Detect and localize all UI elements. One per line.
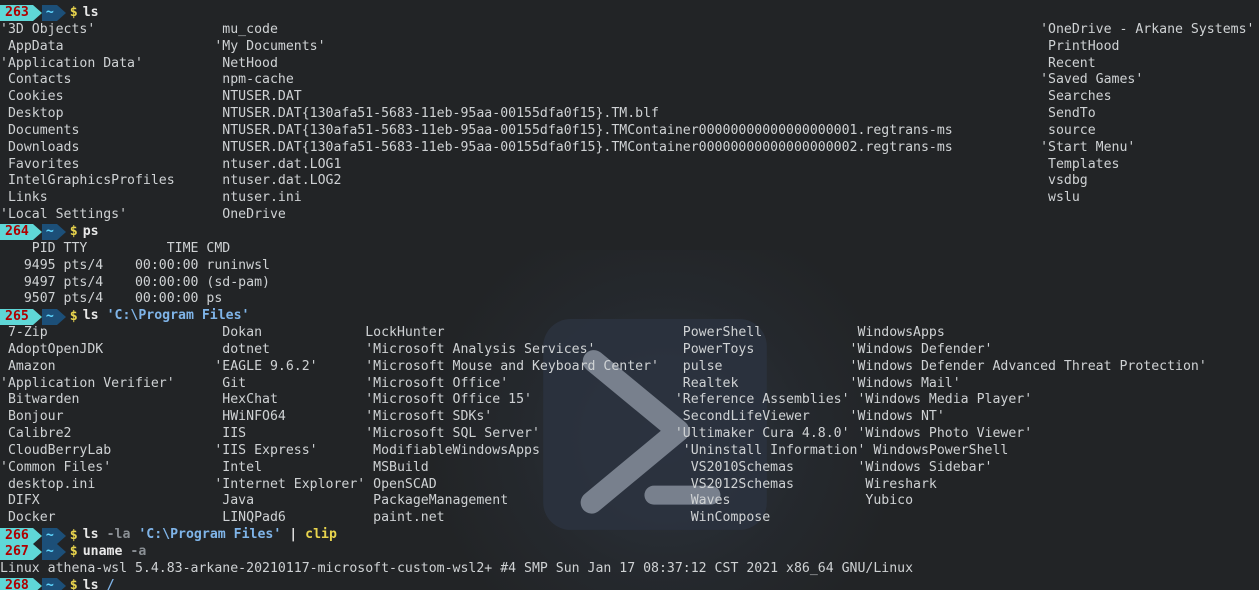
prompt-line-267: 267 ~ $ uname -a bbox=[0, 544, 1259, 561]
pipe-operator-266: | bbox=[289, 527, 298, 543]
prompt-path: ~ bbox=[41, 224, 57, 241]
prompt-arrow-1-icon bbox=[32, 308, 42, 325]
home-listing-line: Favorites ntuser.dat.LOG1 Templates bbox=[0, 156, 1120, 172]
command-text-263[interactable]: ls bbox=[78, 5, 99, 22]
prompt-dollar-sign: $ bbox=[69, 308, 78, 324]
prompt-dollar-sign: $ bbox=[69, 544, 78, 560]
terminal-screen: 263 ~ $ ls '3D Objects' mu_code 'OneDriv… bbox=[0, 0, 1259, 590]
home-listing-line: Cookies NTUSER.DAT Searches bbox=[0, 89, 1112, 105]
prompt-arrow-2-icon bbox=[56, 5, 66, 22]
prompt-dollar-sign: $ bbox=[69, 527, 78, 543]
programfiles-listing-line: DIFX Java PackageManagement Waves Yubico bbox=[0, 493, 914, 509]
ps-header-row: PID TTY TIME CMD bbox=[0, 240, 231, 256]
prompt-history-number: 264 bbox=[0, 224, 33, 241]
powerline-prompt: 268 ~ $ bbox=[0, 578, 78, 590]
ps-process-row: 9495 pts/4 00:00:00 runinwsl bbox=[0, 257, 270, 273]
programfiles-listing-line: Bonjour HWiNFO64 'Microsoft SDKs' Second… bbox=[0, 409, 945, 425]
home-listing-line: 'Application Data' NetHood Recent bbox=[0, 55, 1096, 71]
home-listing-line: 'Local Settings' OneDrive bbox=[0, 207, 286, 223]
prompt-arrow-1-icon bbox=[32, 578, 42, 590]
prompt-line-263: 263 ~ $ ls bbox=[0, 5, 1259, 22]
home-listing-line: Contacts npm-cache 'Saved Games' bbox=[0, 72, 1144, 88]
prompt-arrow-1-icon bbox=[32, 224, 42, 241]
prompt-arrow-1-icon bbox=[32, 5, 42, 22]
command-flag-267[interactable]: -a bbox=[130, 544, 146, 559]
prompt-line-268: 268 ~ $ ls / bbox=[0, 578, 1259, 590]
piped-command-266[interactable]: clip bbox=[305, 527, 337, 542]
ps-process-row: 9507 pts/4 00:00:00 ps bbox=[0, 291, 223, 307]
programfiles-listing-line: AdoptOpenJDK dotnet 'Microsoft Analysis … bbox=[0, 341, 993, 357]
home-listing-line: Downloads NTUSER.DAT{130afa51-5683-11eb-… bbox=[0, 139, 1136, 155]
programfiles-listing-line: Docker LINQPad6 paint.net WinCompose bbox=[0, 510, 771, 526]
command-name-267[interactable]: uname bbox=[83, 544, 123, 559]
prompt-history-number: 265 bbox=[0, 308, 33, 325]
prompt-arrow-2-icon bbox=[56, 224, 66, 241]
command-flag-266[interactable]: -la bbox=[107, 527, 131, 542]
programfiles-listing-line: Calibre2 IIS 'Microsoft SQL Server' 'Ult… bbox=[0, 426, 1033, 442]
uname-output-line: Linux athena-wsl 5.4.83-arkane-20210117-… bbox=[0, 560, 914, 576]
prompt-arrow-2-icon bbox=[56, 544, 66, 561]
prompt-arrow-2-icon bbox=[56, 527, 66, 544]
prompt-history-number: 267 bbox=[0, 544, 33, 561]
powerline-prompt: 267 ~ $ bbox=[0, 544, 78, 561]
programfiles-listing-line: 7-Zip Dokan LockHunter PowerShell Window… bbox=[0, 325, 945, 341]
command-text-264[interactable]: ps bbox=[78, 224, 99, 241]
home-listing-line: AppData 'My Documents' PrintHood bbox=[0, 38, 1120, 54]
prompt-line-266: 266 ~ $ ls -la 'C:\Program Files' | clip bbox=[0, 527, 1259, 544]
prompt-path: ~ bbox=[41, 308, 57, 325]
programfiles-listing-line: Amazon 'EAGLE 9.6.2' 'Microsoft Mouse an… bbox=[0, 358, 1207, 374]
prompt-arrow-1-icon bbox=[32, 544, 42, 561]
prompt-history-number: 268 bbox=[0, 578, 33, 590]
prompt-path: ~ bbox=[41, 5, 57, 22]
home-listing-line: IntelGraphicsProfiles ntuser.dat.LOG2 vs… bbox=[0, 173, 1088, 189]
prompt-line-265: 265 ~ $ ls 'C:\Program Files' bbox=[0, 308, 1259, 325]
prompt-dollar-sign: $ bbox=[69, 5, 78, 21]
ps-process-row: 9497 pts/4 00:00:00 (sd-pam) bbox=[0, 274, 270, 290]
command-arg-265[interactable]: 'C:\Program Files' bbox=[107, 308, 250, 323]
prompt-path: ~ bbox=[41, 527, 57, 544]
programfiles-listing-line: desktop.ini 'Internet Explorer' OpenSCAD… bbox=[0, 476, 937, 492]
prompt-dollar-sign: $ bbox=[69, 578, 78, 590]
programfiles-listing-line: 'Common Files' Intel MSBuild VS2010Schem… bbox=[0, 459, 993, 475]
powerline-prompt: 265 ~ $ bbox=[0, 308, 78, 325]
command-arg-268[interactable]: / bbox=[107, 578, 115, 590]
programfiles-listing-line: 'Application Verifier' Git 'Microsoft Of… bbox=[0, 375, 961, 391]
programfiles-listing-line: CloudBerryLab 'IIS Express' ModifiableWi… bbox=[0, 442, 1009, 458]
terminal-window[interactable]: 263 ~ $ ls '3D Objects' mu_code 'OneDriv… bbox=[0, 0, 1259, 590]
home-listing-line: Desktop NTUSER.DAT{130afa51-5683-11eb-95… bbox=[0, 106, 1096, 122]
programfiles-listing-line: Bitwarden HexChat 'Microsoft Office 15' … bbox=[0, 392, 1033, 408]
prompt-arrow-2-icon bbox=[56, 578, 66, 590]
prompt-path: ~ bbox=[41, 578, 57, 590]
prompt-history-number: 263 bbox=[0, 5, 33, 22]
home-listing-line: Links ntuser.ini wslu bbox=[0, 190, 1080, 206]
prompt-arrow-1-icon bbox=[32, 527, 42, 544]
prompt-dollar-sign: $ bbox=[69, 224, 78, 240]
powerline-prompt: 264 ~ $ bbox=[0, 224, 78, 241]
command-name-268[interactable]: ls bbox=[83, 578, 99, 590]
command-name-265[interactable]: ls bbox=[83, 308, 99, 323]
command-arg-266[interactable]: 'C:\Program Files' bbox=[138, 527, 281, 542]
home-listing-line: Documents NTUSER.DAT{130afa51-5683-11eb-… bbox=[0, 122, 1096, 138]
powerline-prompt: 263 ~ $ bbox=[0, 5, 78, 22]
prompt-path: ~ bbox=[41, 544, 57, 561]
powerline-prompt: 266 ~ $ bbox=[0, 527, 78, 544]
home-listing-line: '3D Objects' mu_code 'OneDrive - Arkane … bbox=[0, 21, 1255, 37]
prompt-arrow-2-icon bbox=[56, 308, 66, 325]
command-name-266[interactable]: ls bbox=[83, 527, 99, 542]
prompt-line-264: 264 ~ $ ps bbox=[0, 224, 1259, 241]
prompt-history-number: 266 bbox=[0, 527, 33, 544]
